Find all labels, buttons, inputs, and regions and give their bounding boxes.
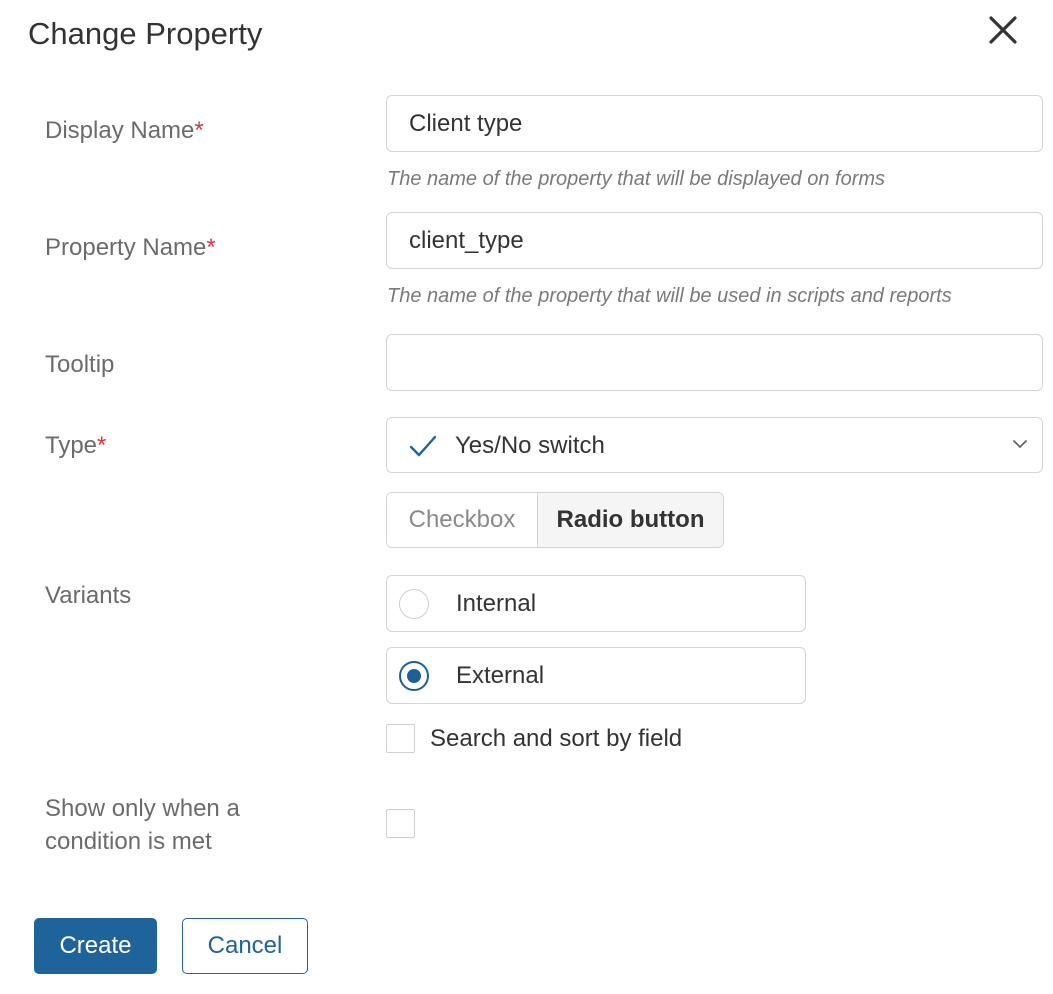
variant-internal-radio[interactable] — [399, 589, 429, 619]
display-name-label-text: Display Name — [45, 117, 195, 144]
search-sort-label: Search and sort by field — [430, 725, 683, 752]
condition-label-line1: Show only when a — [45, 795, 240, 822]
mode-checkbox-option[interactable]: Checkbox — [387, 493, 538, 547]
display-name-input[interactable] — [386, 95, 1043, 152]
variant-internal-label: Internal — [456, 590, 537, 617]
display-name-label: Display Name* — [45, 114, 204, 147]
tooltip-label: Tooltip — [45, 351, 115, 378]
checkmark-icon — [409, 435, 437, 457]
close-button[interactable] — [984, 11, 1022, 49]
required-mark: * — [97, 432, 107, 459]
type-label: Type* — [45, 429, 106, 462]
required-mark: * — [194, 117, 204, 144]
required-mark: * — [206, 234, 216, 261]
variant-external[interactable]: External — [386, 647, 806, 704]
variant-internal[interactable]: Internal — [386, 575, 806, 632]
type-label-text: Type — [45, 432, 98, 459]
property-name-hint: The name of the property that will be us… — [387, 285, 952, 307]
cancel-button[interactable]: Cancel — [182, 918, 308, 974]
display-mode-toggle: Checkbox Radio button — [386, 492, 724, 548]
property-name-label-text: Property Name — [45, 234, 207, 261]
condition-checkbox[interactable] — [386, 809, 415, 838]
close-icon — [989, 16, 1017, 44]
display-name-hint: The name of the property that will be di… — [387, 168, 886, 190]
variants-label: Variants — [45, 582, 132, 609]
variant-external-radio[interactable] — [399, 661, 429, 691]
chevron-down-icon — [1013, 440, 1027, 448]
dialog-title: Change Property — [28, 16, 263, 51]
property-name-label: Property Name* — [45, 231, 216, 264]
search-sort-checkbox[interactable] — [386, 724, 415, 753]
tooltip-input[interactable] — [386, 334, 1043, 391]
create-button[interactable]: Create — [34, 918, 157, 974]
type-select-value: Yes/No switch — [455, 432, 605, 459]
mode-radio-button-option[interactable]: Radio button — [538, 493, 723, 547]
type-select[interactable]: Yes/No switch — [386, 417, 1043, 473]
condition-label-line2: condition is met — [45, 828, 212, 855]
property-name-input[interactable] — [386, 212, 1043, 269]
variant-external-label: External — [456, 662, 545, 689]
